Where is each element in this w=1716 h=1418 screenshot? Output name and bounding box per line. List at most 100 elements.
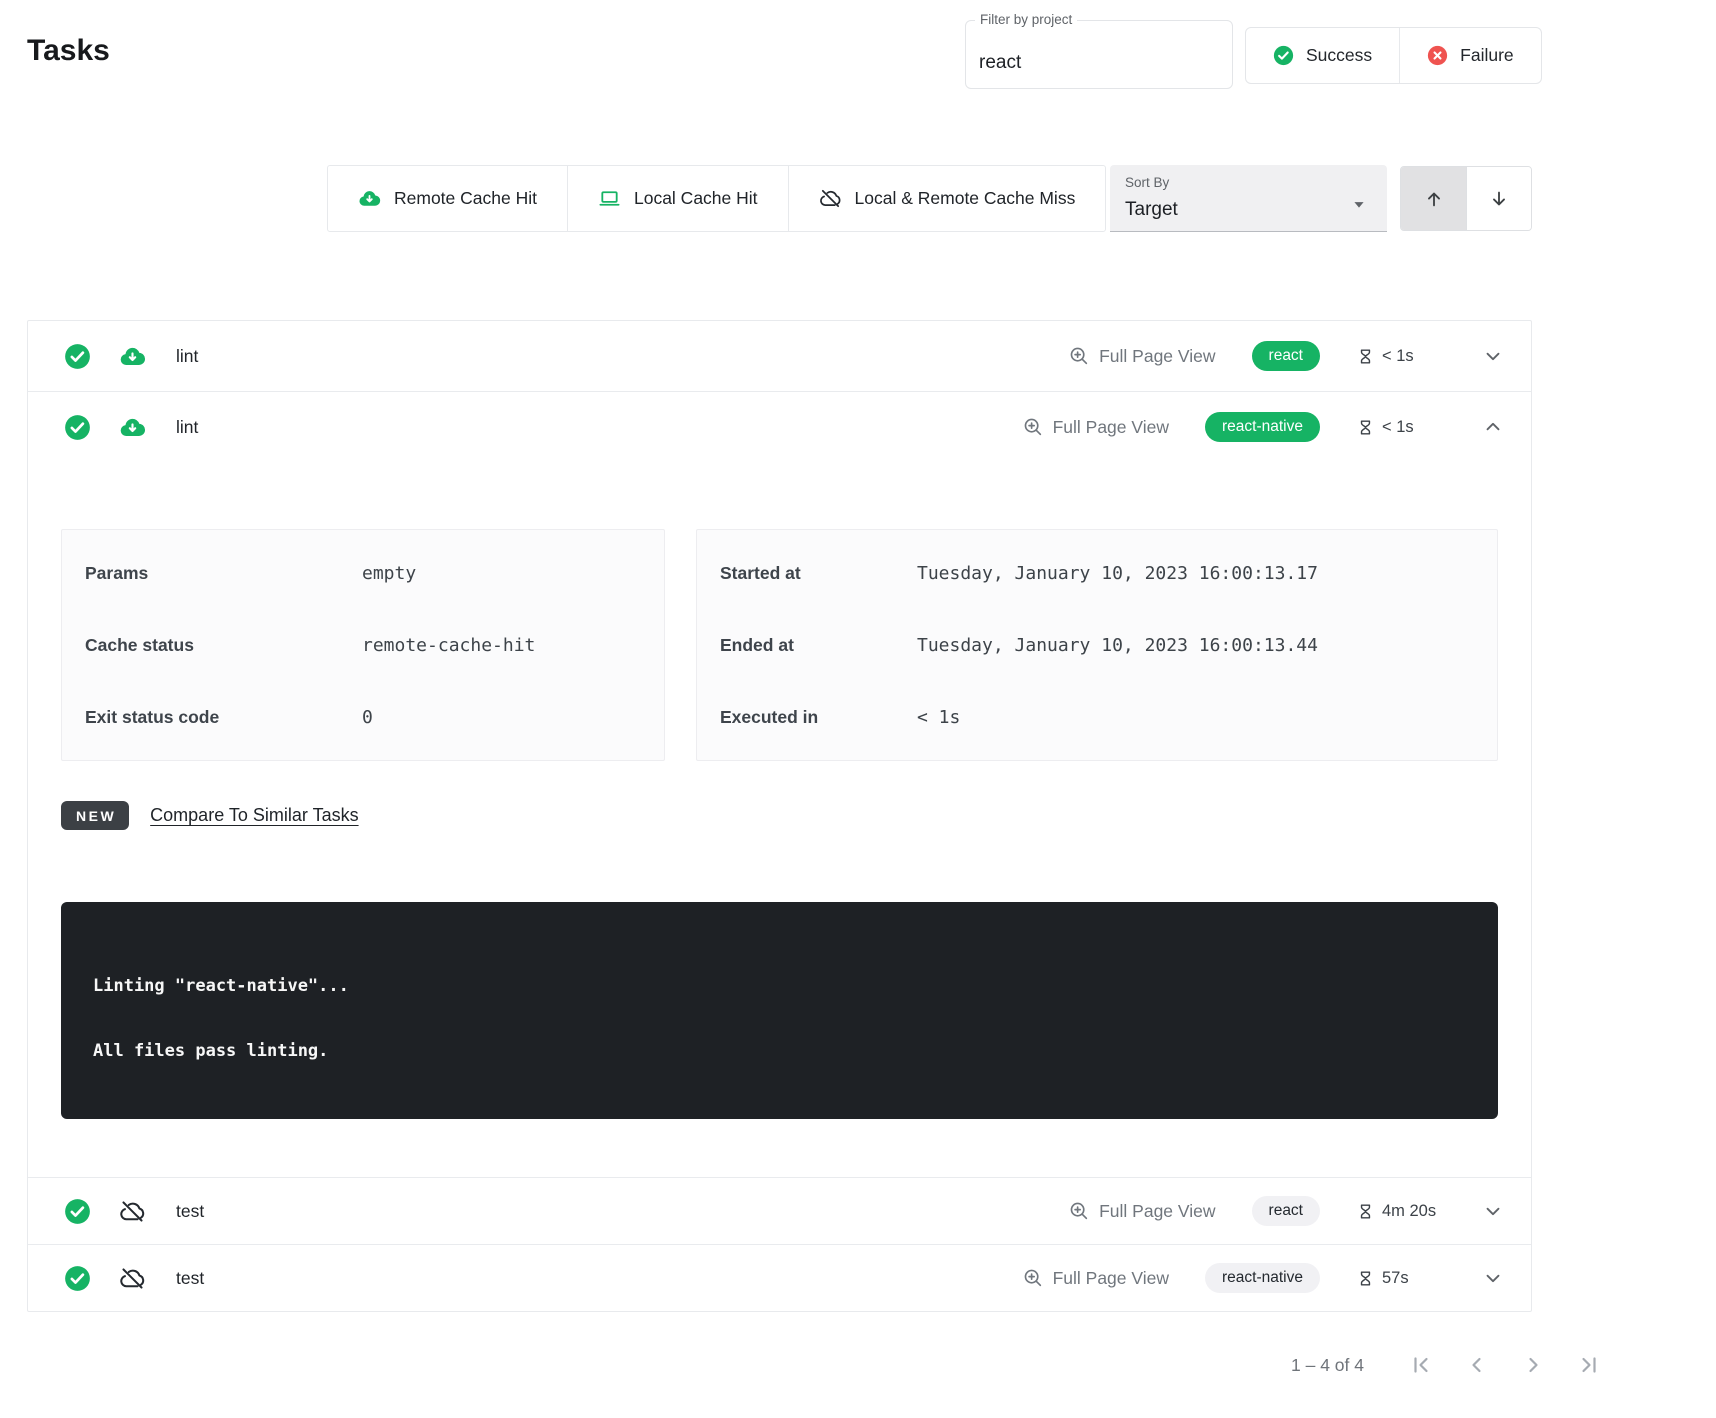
zoom-in-icon <box>1022 1267 1044 1289</box>
task-row-right: Full Page View react 4m 20s <box>1068 1196 1504 1227</box>
detail-row-exit-code: Exit status code 0 <box>85 681 641 753</box>
cloud-slash-icon <box>119 1265 146 1292</box>
pagination: 1 – 4 of 4 <box>1291 1350 1604 1380</box>
params-label: Params <box>85 563 362 584</box>
expand-task-button[interactable] <box>1482 345 1504 367</box>
cloud-download-icon <box>358 187 381 210</box>
project-filter-field[interactable]: Filter by project react <box>965 20 1233 89</box>
sort-by-value: Target <box>1125 199 1178 221</box>
check-circle-icon <box>64 1265 91 1292</box>
full-page-view-button[interactable]: Full Page View <box>1068 345 1215 367</box>
terminal-line: All files pass linting. <box>93 1041 1498 1062</box>
project-chip[interactable]: react-native <box>1205 1263 1320 1294</box>
chevron-right-icon <box>1521 1353 1545 1377</box>
last-page-icon <box>1577 1353 1601 1377</box>
started-at-label: Started at <box>720 563 917 584</box>
detail-row-cache-status: Cache status remote-cache-hit <box>85 609 641 681</box>
task-params-panel: Params empty Cache status remote-cache-h… <box>61 529 665 761</box>
expand-task-button[interactable] <box>1482 1200 1504 1222</box>
exit-code-value: 0 <box>362 707 373 728</box>
cache-filter-group: Remote Cache Hit Local Cache Hit Local &… <box>327 165 1106 232</box>
task-row-left: test <box>64 1198 1068 1225</box>
params-value: empty <box>362 563 416 584</box>
sort-by-label: Sort By <box>1125 175 1169 190</box>
full-page-view-label: Full Page View <box>1099 1201 1215 1222</box>
laptop-icon <box>598 187 621 210</box>
terminal-output: Linting "react-native"... All files pass… <box>61 902 1498 1119</box>
detail-row-executed-in: Executed in < 1s <box>720 681 1474 753</box>
project-filter-label: Filter by project <box>975 12 1077 27</box>
local-cache-hit-label: Local Cache Hit <box>634 188 758 209</box>
collapse-task-button[interactable] <box>1482 416 1504 438</box>
full-page-view-button[interactable]: Full Page View <box>1068 1200 1215 1222</box>
project-chip[interactable]: react <box>1252 1196 1320 1227</box>
zoom-in-icon <box>1068 1200 1090 1222</box>
exit-code-label: Exit status code <box>85 707 362 728</box>
cloud-download-icon <box>119 343 146 370</box>
remote-cache-hit-filter-button[interactable]: Remote Cache Hit <box>328 166 567 231</box>
full-page-view-button[interactable]: Full Page View <box>1022 416 1169 438</box>
cloud-slash-icon <box>119 1198 146 1225</box>
task-detail-section: Params empty Cache status remote-cache-h… <box>28 462 1531 1177</box>
task-row-left: test <box>64 1265 1022 1292</box>
expand-task-button[interactable] <box>1482 1267 1504 1289</box>
failure-filter-label: Failure <box>1460 45 1514 66</box>
task-row-test-react-native: test Full Page View react-native 57s <box>28 1244 1531 1311</box>
task-name: test <box>176 1201 204 1222</box>
check-circle-icon <box>64 1198 91 1225</box>
project-filter-value[interactable]: react <box>979 52 1021 74</box>
first-page-icon <box>1409 1353 1433 1377</box>
terminal-line: Linting "react-native"... <box>93 976 1498 997</box>
ended-at-value: Tuesday, January 10, 2023 16:00:13.44 <box>917 635 1318 656</box>
cache-miss-filter-button[interactable]: Local & Remote Cache Miss <box>788 166 1106 231</box>
task-duration: 57s <box>1356 1269 1442 1288</box>
tasks-page: Tasks Filter by project react Success Fa… <box>0 0 1716 1418</box>
arrow-up-icon <box>1423 188 1445 210</box>
task-list: lint Full Page View react < 1s <box>27 320 1532 1312</box>
full-page-view-button[interactable]: Full Page View <box>1022 1267 1169 1289</box>
task-row-right: Full Page View react-native 57s <box>1022 1263 1504 1294</box>
full-page-view-label: Full Page View <box>1053 417 1169 438</box>
sort-descending-button[interactable] <box>1466 167 1531 230</box>
cloud-download-icon <box>119 414 146 441</box>
task-duration: 4m 20s <box>1356 1202 1442 1221</box>
started-at-value: Tuesday, January 10, 2023 16:00:13.17 <box>917 563 1318 584</box>
task-row-lint-react-native-expanded: lint Full Page View react-native <box>28 391 1531 1177</box>
project-chip[interactable]: react-native <box>1205 412 1320 443</box>
hourglass-icon <box>1356 418 1375 437</box>
sort-by-select[interactable]: Sort By Target <box>1110 165 1387 232</box>
detail-row-started-at: Started at Tuesday, January 10, 2023 16:… <box>720 537 1474 609</box>
task-detail-panels: Params empty Cache status remote-cache-h… <box>61 529 1498 761</box>
task-name: lint <box>176 417 198 438</box>
zoom-in-icon <box>1068 345 1090 367</box>
failure-filter-button[interactable]: Failure <box>1399 28 1541 83</box>
first-page-button[interactable] <box>1406 1350 1436 1380</box>
last-page-button[interactable] <box>1574 1350 1604 1380</box>
previous-page-button[interactable] <box>1462 1350 1492 1380</box>
project-chip[interactable]: react <box>1252 341 1320 372</box>
success-filter-label: Success <box>1306 45 1372 66</box>
task-row-right: Full Page View react-native < 1s <box>1022 412 1504 443</box>
task-duration-label: < 1s <box>1382 347 1414 366</box>
compare-to-similar-tasks-link[interactable]: Compare To Similar Tasks <box>150 805 358 826</box>
arrow-down-icon <box>1488 188 1510 210</box>
pagination-range-label: 1 – 4 of 4 <box>1291 1355 1364 1376</box>
hourglass-icon <box>1356 347 1375 366</box>
local-cache-hit-filter-button[interactable]: Local Cache Hit <box>567 166 788 231</box>
success-filter-button[interactable]: Success <box>1246 28 1399 83</box>
remote-cache-hit-label: Remote Cache Hit <box>394 188 537 209</box>
sort-ascending-button[interactable] <box>1401 167 1466 230</box>
chevron-left-icon <box>1465 1353 1489 1377</box>
x-circle-icon <box>1427 45 1448 66</box>
ended-at-label: Ended at <box>720 635 917 656</box>
task-row-lint-react: lint Full Page View react < 1s <box>28 321 1531 391</box>
hourglass-icon <box>1356 1269 1375 1288</box>
task-duration-label: < 1s <box>1382 418 1414 437</box>
status-filter-group: Success Failure <box>1245 27 1542 84</box>
next-page-button[interactable] <box>1518 1350 1548 1380</box>
cache-status-label: Cache status <box>85 635 362 656</box>
task-row-left: lint <box>64 343 1068 370</box>
task-row-right: Full Page View react < 1s <box>1068 341 1504 372</box>
task-row-test-react: test Full Page View react 4m 20s <box>28 1177 1531 1244</box>
detail-row-params: Params empty <box>85 537 641 609</box>
